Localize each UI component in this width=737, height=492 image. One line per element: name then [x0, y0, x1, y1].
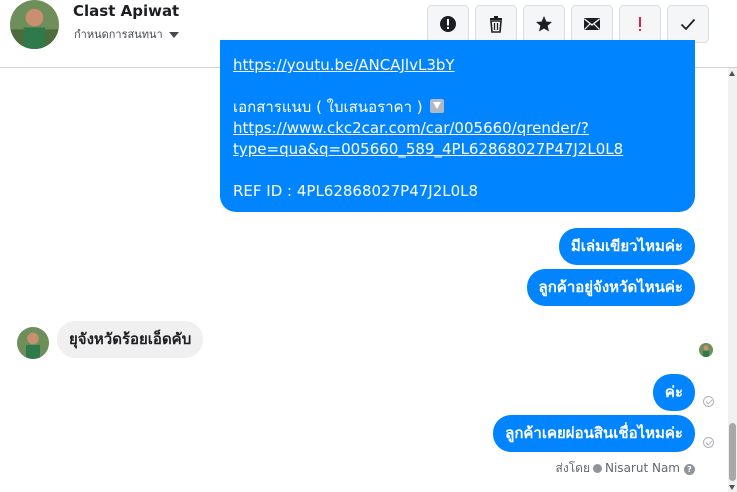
sent-by-label: ส่งโดย	[555, 461, 590, 475]
help-icon[interactable]: ?	[684, 464, 695, 475]
delivered-check-icon	[703, 396, 714, 407]
outgoing-message[interactable]: มีเล่มเขียวไหมค่ะ	[558, 228, 695, 265]
sent-by-info: ส่งโดย Nisarut Nam?	[556, 459, 695, 478]
conversation-schedule-dropdown[interactable]: กำหนดการสนทนา	[74, 25, 179, 43]
seen-by-avatar	[699, 343, 713, 357]
checkmark-icon	[680, 18, 696, 31]
attachment-line: เอกสารแนบ ( ใบเสนอราคา )	[233, 97, 445, 118]
attachment-label: เอกสารแนบ ( ใบเสนอราคา )	[233, 98, 423, 116]
spam-button[interactable]	[619, 5, 661, 43]
outgoing-message[interactable]: ลูกค้าเคยผ่อนสินเชื่อไหมค่ะ	[493, 415, 695, 452]
quotation-link-part1[interactable]: https://www.ckc2car.com/car/005660/qrend…	[233, 118, 589, 139]
schedule-label: กำหนดการสนทนา	[74, 28, 163, 41]
sender-check-icon	[593, 464, 602, 473]
contact-avatar[interactable]	[10, 0, 59, 49]
star-icon	[536, 16, 552, 32]
mark-unread-button[interactable]	[571, 5, 613, 43]
contact-avatar-small[interactable]	[17, 327, 49, 359]
quotation-link-part2[interactable]: type=qua&q=005660_589_4PL62868027P47J2L0…	[233, 139, 623, 160]
incoming-message[interactable]: ยุจังหวัดร้อยเอ็ดคับ	[57, 321, 204, 358]
outgoing-message[interactable]: ลูกค้าอยู่จังหวัดไหนค่ะ	[526, 269, 695, 306]
youtube-link[interactable]: https://youtu.be/ANCAJlvL3bY	[233, 55, 455, 76]
ref-id: REF ID : 4PL62868027P47J2L0L8	[233, 182, 479, 200]
scrollbar[interactable]	[728, 68, 737, 492]
download-icon	[430, 99, 445, 113]
outgoing-message[interactable]: ค่ะ	[652, 374, 695, 411]
delivered-check-icon	[703, 437, 714, 448]
delete-button[interactable]	[475, 5, 517, 43]
exclamation-icon	[639, 17, 641, 31]
trash-icon	[490, 16, 502, 33]
alert-circle-icon	[440, 16, 456, 32]
mark-done-button[interactable]	[667, 5, 709, 43]
outgoing-message-quotation: https://youtu.be/ANCAJlvL3bY เอกสารแนบ (…	[220, 40, 695, 212]
scroll-thumb[interactable]	[729, 423, 736, 481]
sender-name[interactable]: Nisarut Nam	[605, 461, 680, 475]
star-button[interactable]	[523, 5, 565, 43]
scroll-down-arrow-icon[interactable]	[729, 485, 735, 490]
caret-down-icon	[168, 32, 179, 38]
envelope-icon	[584, 18, 600, 30]
report-button[interactable]	[427, 5, 469, 43]
contact-name[interactable]: Clast Apiwat	[73, 2, 179, 20]
scroll-up-arrow-icon[interactable]	[729, 71, 735, 76]
